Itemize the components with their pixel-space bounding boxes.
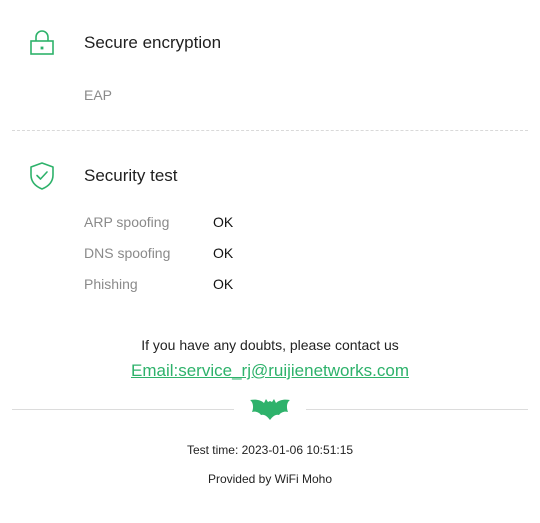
- footer-divider-right: [306, 409, 528, 410]
- section-divider: [12, 130, 528, 131]
- email-link[interactable]: Email:service_rj@ruijienetworks.com: [131, 361, 409, 380]
- test-row-phishing: Phishing OK: [84, 275, 384, 293]
- test-result: OK: [213, 276, 234, 292]
- test-row-arp: ARP spoofing OK: [84, 213, 384, 231]
- email-link-wrapper: Email:service_rj@ruijienetworks.com: [0, 361, 540, 381]
- bat-logo-icon: [248, 396, 292, 422]
- test-label: ARP spoofing: [84, 214, 170, 230]
- footer-divider-left: [12, 409, 234, 410]
- test-label: DNS spoofing: [84, 245, 171, 261]
- test-result: OK: [213, 245, 234, 261]
- contact-text: If you have any doubts, please contact u…: [141, 337, 399, 353]
- provided-by: Provided by WiFi Moho: [207, 472, 333, 486]
- test-row-dns: DNS spoofing OK: [84, 244, 384, 262]
- lock-icon: [28, 28, 56, 58]
- test-label: Phishing: [84, 276, 138, 292]
- security-test-title: Security test: [84, 166, 178, 185]
- test-result: OK: [213, 214, 234, 230]
- secure-encryption-title: Secure encryption: [84, 33, 222, 52]
- shield-check-icon: [28, 161, 56, 191]
- encryption-type-value: EAP: [84, 87, 113, 103]
- test-time: Test time: 2023-01-06 10:51:15: [186, 443, 354, 457]
